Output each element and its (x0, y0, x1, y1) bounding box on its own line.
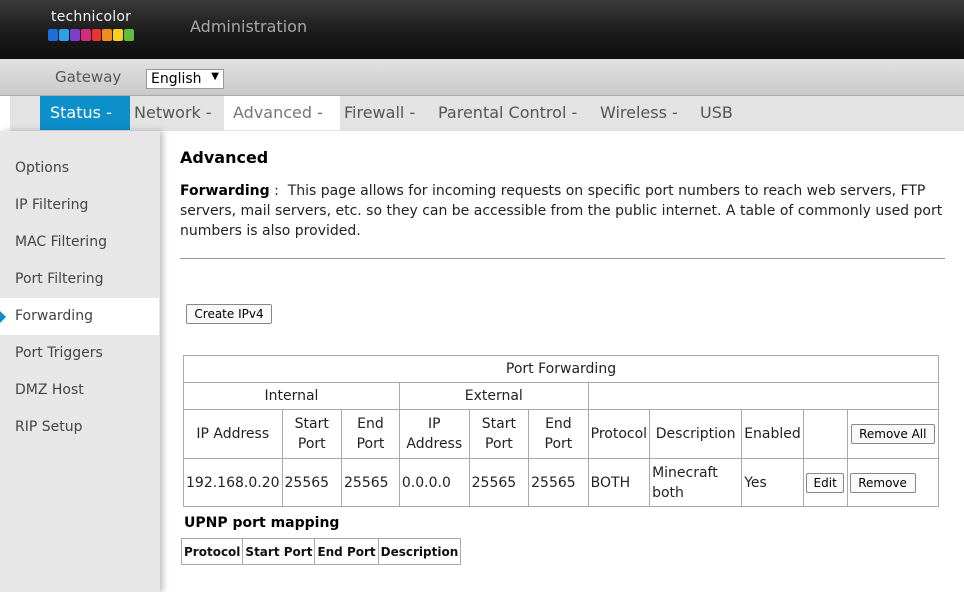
description-label: Forwarding (180, 183, 270, 199)
upnp-title: UPNP port mapping (184, 515, 340, 531)
language-value: English (151, 71, 202, 87)
upnp-header-start-port: Start Port (242, 538, 316, 565)
nav-parental-control[interactable]: Parental Control - (434, 96, 596, 130)
sidebar-item-label: Forwarding (15, 308, 93, 324)
remove-all-button[interactable]: Remove All (850, 424, 935, 444)
sidebar-item-mac-filtering[interactable]: MAC Filtering (0, 224, 159, 261)
header-blank (802, 409, 848, 459)
cell-end-port: 25565 (341, 458, 400, 507)
cell-description: Minecraft both (649, 458, 743, 507)
header-start-port: Start Port (281, 409, 343, 459)
table-row: 192.168.0.20 25565 25565 0.0.0.0 25565 2… (183, 458, 940, 507)
divider (180, 258, 945, 259)
gateway-label: Gateway (55, 68, 122, 86)
nav-firewall[interactable]: Firewall - (340, 96, 434, 130)
nav-network[interactable]: Network - (130, 96, 224, 130)
group-external: External (398, 382, 589, 410)
nav-usb[interactable]: USB (696, 96, 756, 130)
logo-text: technicolor (51, 9, 132, 25)
technicolor-logo: technicolor (46, 9, 134, 45)
top-header: technicolor Administration (0, 0, 964, 59)
logo-stripe (124, 29, 134, 41)
logo-stripe (80, 29, 91, 41)
cell-edit: Edit (802, 458, 848, 507)
sidebar-item-ip-filtering[interactable]: IP Filtering (0, 187, 159, 224)
page-title: Advanced (180, 148, 269, 167)
header-end-port: End Port (341, 409, 400, 459)
sidebar-item-dmz-host[interactable]: DMZ Host (0, 372, 159, 409)
nav-wireless[interactable]: Wireless - (596, 96, 696, 130)
table-title: Port Forwarding (183, 355, 939, 383)
description-text: This page allows for incoming requests o… (180, 183, 943, 239)
port-forwarding-table: Port Forwarding Internal External IP Add… (183, 355, 940, 507)
upnp-header-protocol: Protocol (180, 538, 244, 565)
group-blank (587, 382, 940, 410)
logo-stripe (113, 29, 124, 41)
logo-stripe (69, 29, 80, 41)
cell-ip: 192.168.0.20 (183, 458, 283, 507)
page-header-title: Administration (190, 17, 308, 36)
gateway-bar: Gateway (0, 59, 964, 96)
upnp-table: Protocol Start Port End Port Description (180, 538, 462, 565)
main-nav: Status - Network - Advanced - Firewall -… (10, 96, 964, 131)
page-description: Forwarding : This page allows for incomi… (180, 181, 950, 241)
cell-enabled: Yes (741, 458, 804, 507)
group-internal: Internal (183, 382, 400, 410)
upnp-header-end-port: End Port (314, 538, 379, 565)
create-ipv4-button[interactable]: Create IPv4 (186, 304, 272, 324)
selected-arrow-icon (0, 311, 6, 323)
cell-ext-ip: 0.0.0.0 (398, 458, 470, 507)
logo-stripe (102, 29, 113, 41)
sidebar-item-port-filtering[interactable]: Port Filtering (0, 261, 159, 298)
logo-stripe (48, 29, 58, 41)
nav-advanced[interactable]: Advanced - (224, 96, 340, 130)
header-actions: Remove All (846, 409, 940, 459)
header-ext-start-port: Start Port (468, 409, 530, 459)
cell-protocol: BOTH (587, 458, 651, 507)
cell-remove: Remove (846, 458, 940, 507)
header-description: Description (649, 409, 743, 459)
sidebar-item-forwarding[interactable]: Forwarding (0, 298, 159, 335)
cell-ext-end-port: 25565 (528, 458, 589, 507)
logo-color-bar (48, 29, 134, 41)
dropdown-arrow-icon: ▼ (211, 71, 219, 82)
remove-button[interactable]: Remove (849, 472, 916, 493)
description-separator: : (269, 183, 288, 199)
header-ip-address: IP Address (183, 409, 283, 459)
sidebar: Options IP Filtering MAC Filtering Port … (0, 131, 160, 592)
sidebar-item-port-triggers[interactable]: Port Triggers (0, 335, 159, 372)
cell-start-port: 25565 (281, 458, 343, 507)
upnp-header-description: Description (377, 538, 462, 565)
cell-ext-start-port: 25565 (468, 458, 530, 507)
header-protocol: Protocol (587, 409, 651, 459)
header-ext-ip-address: IP Address (398, 409, 470, 459)
header-ext-end-port: End Port (528, 409, 589, 459)
sidebar-item-options[interactable]: Options (0, 150, 159, 187)
sidebar-item-rip-setup[interactable]: RIP Setup (0, 409, 159, 446)
header-enabled: Enabled (741, 409, 804, 459)
nav-status[interactable]: Status - (40, 96, 130, 130)
edit-button[interactable]: Edit (806, 472, 845, 493)
language-select[interactable]: English ▼ (146, 69, 224, 89)
logo-stripe (91, 29, 102, 41)
logo-stripe (58, 29, 69, 41)
